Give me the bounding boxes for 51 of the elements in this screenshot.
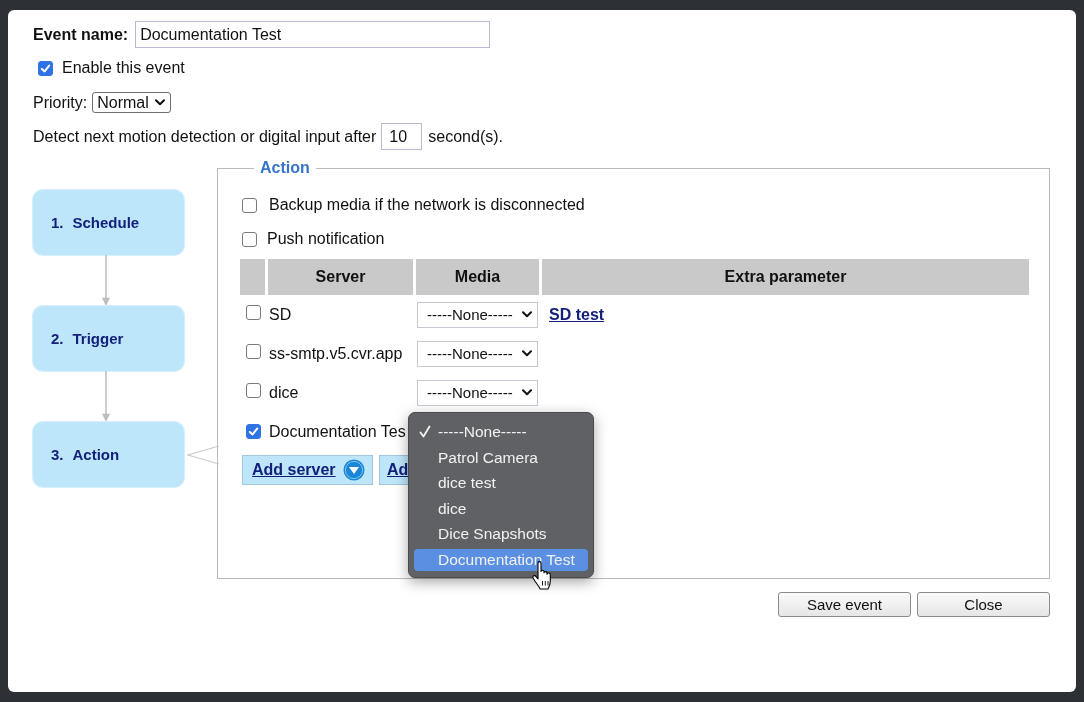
event-name-field[interactable]: Documentation Test	[135, 21, 491, 48]
chevron-down-icon	[522, 350, 532, 357]
server-name: Documentation Tes	[269, 422, 406, 440]
table-header-cell: Server	[268, 259, 413, 295]
checkbox[interactable]	[38, 60, 53, 76]
server-name: ss-smtp.v5.cvr.app	[269, 344, 403, 362]
priority-select[interactable]: Normal	[92, 92, 172, 113]
chevron-down-icon	[155, 99, 166, 106]
media-select[interactable]: -----None-----	[417, 301, 538, 328]
media-select[interactable]: -----None-----	[417, 340, 538, 367]
server-name: dice	[269, 383, 299, 401]
table-header-cell: Extra parameter	[542, 259, 1029, 295]
checkbox[interactable]	[246, 305, 261, 320]
seconds-field[interactable]: 10	[381, 123, 423, 150]
enable-event-label: Enable this event	[62, 59, 185, 77]
checkbox[interactable]	[242, 231, 257, 247]
step-box[interactable]: 2. Trigger	[33, 306, 184, 371]
menu-option[interactable]: Dice Snapshots	[414, 523, 588, 545]
chevron-down-icon	[522, 311, 532, 318]
media-select[interactable]: -----None-----	[417, 379, 538, 406]
table-header-cell: Media	[416, 259, 539, 295]
action-legend: Action	[254, 158, 316, 178]
circle-down-arrow-icon	[343, 459, 365, 481]
menu-option[interactable]: Patrol Camera	[414, 446, 588, 469]
checkbox[interactable]	[242, 197, 257, 213]
seconds-unit-text: second(s).	[428, 127, 503, 146]
chevron-down-icon	[522, 389, 532, 396]
server-name: SD	[269, 305, 292, 323]
checkbox[interactable]	[246, 383, 261, 398]
server-test-link[interactable]: SD test	[549, 305, 605, 323]
panel-pointer-notch	[186, 445, 219, 465]
flow-arrow	[101, 255, 111, 306]
flow-arrow	[101, 371, 111, 422]
table-header-cell	[240, 259, 265, 295]
step-box[interactable]: 3. Action	[33, 422, 184, 487]
step-box[interactable]: 1. Schedule	[33, 190, 184, 255]
dialog-button[interactable]: Close	[917, 592, 1050, 617]
option-label: Backup media if the network is disconnected	[269, 196, 585, 214]
checkmark-icon	[248, 425, 259, 437]
menu-option[interactable]: dice test	[414, 472, 588, 494]
menu-option[interactable]: dice	[414, 497, 588, 520]
add-server-button[interactable]: Add server	[242, 455, 373, 485]
option-label: Push notification	[267, 230, 385, 248]
detect-interval-text: Detect next motion detection or digital input after	[33, 127, 377, 146]
event-name-label: Event name:	[33, 25, 129, 44]
menu-option[interactable]: -----None-----	[414, 421, 588, 443]
dialog-button[interactable]: Save event	[778, 592, 911, 617]
checkmark-icon	[40, 62, 51, 74]
checkbox[interactable]	[246, 344, 261, 359]
checkbox[interactable]	[246, 423, 261, 439]
priority-label: Priority:	[33, 93, 88, 112]
